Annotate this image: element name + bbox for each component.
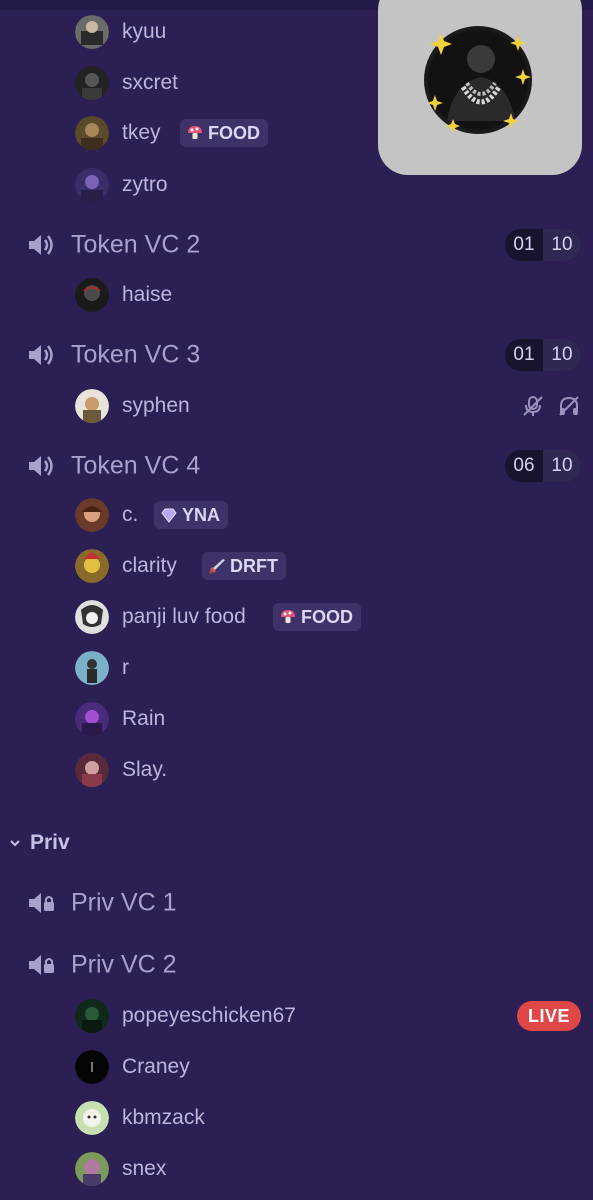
- avatar: [75, 549, 109, 583]
- avatar: [75, 702, 109, 736]
- avatar: [75, 278, 109, 312]
- speaker-icon: [29, 456, 53, 476]
- speaker-icon: [29, 235, 53, 255]
- channel-name: Priv VC 2: [71, 950, 177, 979]
- category-priv[interactable]: Priv: [0, 828, 200, 858]
- user-limit-badge: 01 10: [505, 229, 581, 261]
- chevron-down-icon: [10, 840, 20, 847]
- tag-label: FOOD: [208, 122, 260, 143]
- user-name: panji luv food: [122, 605, 246, 628]
- speaker-icon: [29, 345, 53, 365]
- user-name: haise: [122, 283, 173, 306]
- diamond-icon: [161, 508, 177, 523]
- user-name: r: [122, 656, 129, 679]
- user-count: 01: [505, 339, 543, 371]
- user-name: Slay.: [122, 758, 168, 781]
- voice-channel-token-vc-3[interactable]: Token VC 3 01 10: [0, 330, 593, 380]
- user-limit: 10: [543, 339, 581, 371]
- voice-user-row[interactable]: Slay.: [0, 745, 593, 795]
- user-name: syphen: [122, 394, 190, 417]
- avatar: [75, 1152, 109, 1186]
- user-limit-badge: 06 10: [505, 450, 581, 482]
- channel-name: Token VC 2: [71, 230, 201, 259]
- voice-user-row[interactable]: panji luv food FOOD: [0, 592, 593, 642]
- avatar: [75, 1101, 109, 1135]
- voice-channel-token-vc-4[interactable]: Token VC 4 06 10: [0, 441, 593, 491]
- user-limit-badge: 01 10: [505, 339, 581, 371]
- avatar: [75, 999, 109, 1033]
- avatar: [75, 116, 109, 150]
- avatar: [75, 753, 109, 787]
- voice-user-row[interactable]: r: [0, 643, 593, 693]
- voice-channel-priv-vc-1[interactable]: Priv VC 1: [0, 878, 593, 928]
- user-count: 06: [505, 450, 543, 482]
- voice-user-row[interactable]: snex: [0, 1144, 593, 1194]
- user-name: popeyeschicken67: [122, 1004, 296, 1027]
- user-name: tkey: [122, 121, 161, 144]
- voice-user-row[interactable]: Craney: [0, 1042, 593, 1092]
- user-name: sxcret: [122, 71, 179, 94]
- voice-user-row[interactable]: clarity DRFT: [0, 541, 593, 591]
- user-count: 01: [505, 229, 543, 261]
- voice-channel-token-vc-2[interactable]: Token VC 2 01 10: [0, 220, 593, 270]
- voice-user-row[interactable]: Rain: [0, 694, 593, 744]
- role-tag: DRFT: [202, 552, 286, 580]
- user-name: kbmzack: [122, 1106, 205, 1129]
- locked-speaker-icon: [29, 893, 54, 913]
- avatar: [75, 600, 109, 634]
- mushroom-icon: [281, 610, 295, 623]
- sword-icon: [208, 559, 225, 575]
- role-tag: FOOD: [273, 603, 361, 631]
- user-name: snex: [122, 1157, 167, 1180]
- user-name: c.: [122, 503, 139, 526]
- user-limit: 10: [543, 450, 581, 482]
- avatar: [75, 66, 109, 100]
- deafened-icon: [559, 396, 579, 416]
- avatar: [75, 651, 109, 685]
- user-name: clarity: [122, 554, 177, 577]
- user-status-icons: [521, 394, 581, 418]
- avatar: [75, 15, 109, 49]
- voice-user-row[interactable]: popeyeschicken67 LIVE: [0, 991, 593, 1041]
- avatar: [75, 1050, 109, 1084]
- mushroom-icon: [188, 126, 202, 139]
- channel-name: Token VC 4: [71, 451, 201, 480]
- avatar: [75, 168, 109, 202]
- voice-user-row[interactable]: kbmzack: [0, 1093, 593, 1143]
- tag-label: FOOD: [301, 606, 353, 627]
- role-tag: FOOD: [180, 119, 268, 147]
- user-name: Craney: [122, 1055, 190, 1078]
- mic-muted-icon: [523, 396, 543, 416]
- voice-user-row[interactable]: c. YNA: [0, 490, 593, 540]
- voice-channel-priv-vc-2[interactable]: Priv VC 2: [0, 940, 593, 990]
- locked-speaker-icon: [29, 955, 54, 975]
- channel-name: Token VC 3: [71, 340, 201, 369]
- live-badge: LIVE: [517, 1001, 581, 1031]
- user-limit: 10: [543, 229, 581, 261]
- avatar: [75, 389, 109, 423]
- speaking-user-avatar: [424, 26, 532, 134]
- voice-user-row[interactable]: syphen: [0, 381, 593, 431]
- floating-voice-overlay[interactable]: [378, 0, 582, 175]
- user-name: zytro: [122, 173, 168, 196]
- tag-label: YNA: [182, 504, 221, 525]
- role-tag: YNA: [154, 501, 229, 529]
- user-name: kyuu: [122, 20, 167, 43]
- user-name: Rain: [122, 707, 166, 730]
- channel-name: Priv VC 1: [71, 888, 177, 917]
- voice-user-row[interactable]: haise: [0, 270, 593, 320]
- tag-label: DRFT: [230, 555, 278, 576]
- category-label: Priv: [30, 831, 70, 854]
- avatar: [75, 498, 109, 532]
